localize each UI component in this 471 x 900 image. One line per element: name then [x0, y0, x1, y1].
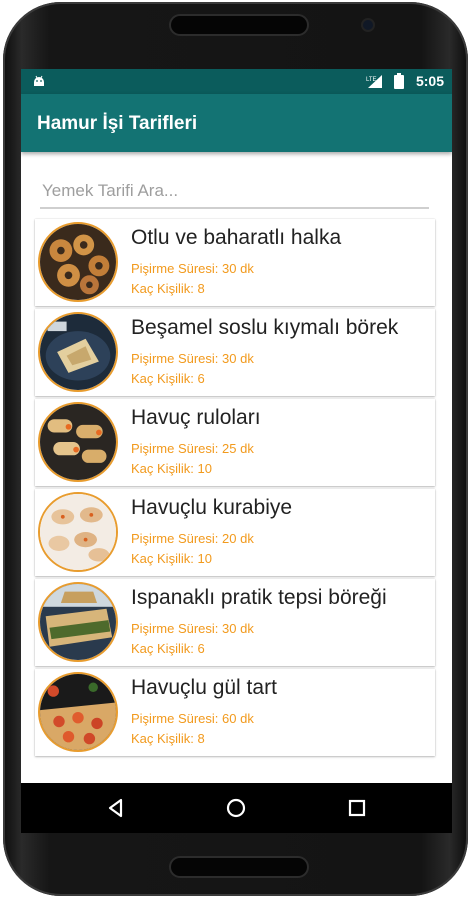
recipe-thumbnail	[38, 222, 118, 302]
earpiece-speaker	[171, 16, 307, 34]
recipe-servings: Kaç Kişilik: 10	[131, 551, 212, 566]
svg-text:LTE: LTE	[366, 77, 377, 83]
recipe-card[interactable]: Havuç ruloları Pişirme Süresi: 25 dk Kaç…	[35, 399, 435, 486]
recipe-card[interactable]: Havuçlu gül tart Pişirme Süresi: 60 dk K…	[35, 669, 435, 756]
app-bar: Hamur İşi Tarifleri	[21, 94, 452, 152]
search-input[interactable]	[40, 177, 433, 205]
app-title: Hamur İşi Tarifleri	[37, 113, 198, 134]
recipe-card[interactable]: Otlu ve baharatlı halka Pişirme Süresi: …	[35, 219, 435, 306]
recipe-list[interactable]: Otlu ve baharatlı halka Pişirme Süresi: …	[35, 219, 435, 759]
recipe-name: Ispanaklı pratik tepsi böreği	[131, 586, 387, 609]
recipe-name: Havuçlu gül tart	[131, 676, 277, 699]
screen: LTE 5:05 Hamur İşi Tarifleri Otlu	[21, 69, 452, 833]
recipe-card[interactable]: Ispanaklı pratik tepsi böreği Pişirme Sü…	[35, 579, 435, 666]
recipe-cook-time: Pişirme Süresi: 60 dk	[131, 711, 254, 726]
recipe-cook-time: Pişirme Süresi: 20 dk	[131, 531, 254, 546]
recipe-name: Havuç ruloları	[131, 406, 261, 429]
recipe-name: Havuçlu kurabiye	[131, 496, 293, 519]
home-icon[interactable]	[225, 797, 247, 819]
recipe-servings: Kaç Kişilik: 6	[131, 641, 205, 656]
signal-icon: LTE	[366, 75, 382, 88]
recipe-card[interactable]: Havuçlu kurabiye Pişirme Süresi: 20 dk K…	[35, 489, 435, 576]
recipe-servings: Kaç Kişilik: 8	[131, 731, 205, 746]
status-time: 5:05	[415, 73, 444, 89]
recipe-servings: Kaç Kişilik: 6	[131, 371, 205, 386]
front-camera	[363, 20, 373, 30]
recipe-servings: Kaç Kişilik: 10	[131, 461, 212, 476]
recipe-thumbnail	[38, 672, 118, 752]
status-bar: LTE 5:05	[21, 69, 452, 94]
recipe-cook-time: Pişirme Süresi: 30 dk	[131, 621, 254, 636]
recipe-cook-time: Pişirme Süresi: 25 dk	[131, 441, 254, 456]
recipe-thumbnail	[38, 582, 118, 662]
battery-icon	[394, 73, 404, 89]
navigation-bar	[21, 783, 452, 833]
recipe-thumbnail	[38, 312, 118, 392]
back-icon[interactable]	[105, 797, 127, 819]
recipe-cook-time: Pişirme Süresi: 30 dk	[131, 351, 254, 366]
bottom-speaker	[171, 858, 307, 876]
recents-icon[interactable]	[346, 797, 368, 819]
android-notification-icon	[34, 75, 44, 86]
recipe-thumbnail	[38, 402, 118, 482]
recipe-name: Otlu ve baharatlı halka	[131, 226, 342, 249]
search-field[interactable]	[40, 177, 433, 209]
recipe-thumbnail	[38, 492, 118, 572]
recipe-name: Beşamel soslu kıymalı börek	[131, 316, 399, 339]
recipe-servings: Kaç Kişilik: 8	[131, 281, 205, 296]
recipe-card[interactable]: Beşamel soslu kıymalı börek Pişirme Süre…	[35, 309, 435, 396]
recipe-cook-time: Pişirme Süresi: 30 dk	[131, 261, 254, 276]
